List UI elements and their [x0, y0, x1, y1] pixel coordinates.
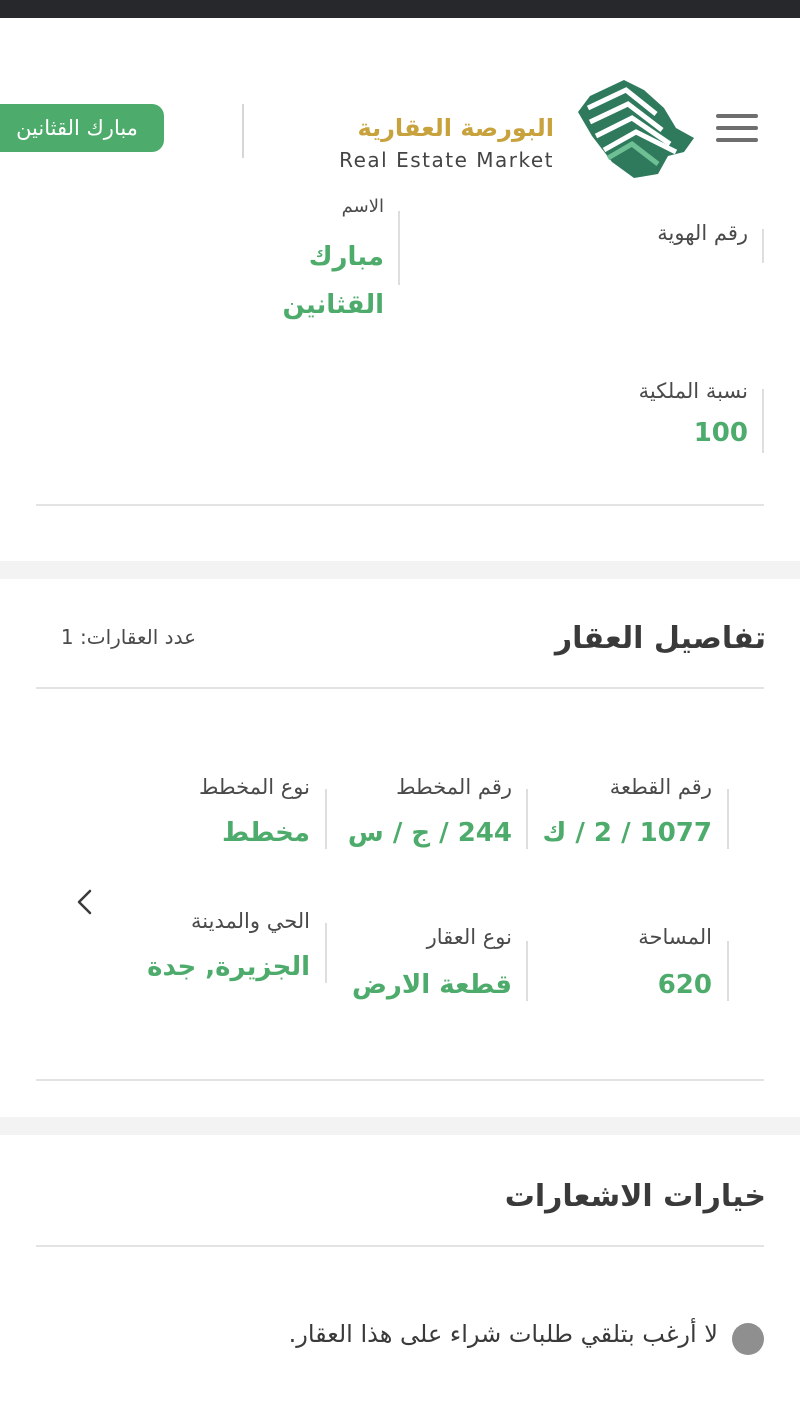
- ownership-divider: [762, 389, 764, 453]
- ownership-field: نسبة الملكية 100: [560, 379, 748, 457]
- plan-type-label: نوع المخطط: [199, 775, 310, 799]
- section-gap-2: [0, 1117, 800, 1135]
- area-field: المساحة 620: [530, 925, 712, 1009]
- id-number-divider: [762, 229, 764, 263]
- owner-name-value-line2: القثانين: [282, 290, 384, 320]
- property-type-value: قطعة الارض: [351, 970, 512, 1000]
- section-gap: [0, 561, 800, 579]
- logo-arabic-text: البورصة العقارية: [357, 114, 554, 142]
- hamburger-menu-icon[interactable]: [716, 110, 760, 146]
- plan-type-field: نوع المخطط مخطط: [126, 775, 310, 857]
- plan-number-field: رقم المخطط 244 / ج / س: [330, 775, 512, 857]
- ownership-label: نسبة الملكية: [638, 379, 748, 403]
- plan-number-divider: [526, 789, 528, 849]
- radio-button[interactable]: [732, 1323, 764, 1355]
- no-purchase-requests-label: لا أرغب بتلقي طلبات شراء على هذا العقار.: [288, 1320, 718, 1348]
- plan-type-value: مخطط: [221, 818, 310, 848]
- owner-section-bottom-line: [36, 504, 764, 506]
- district-city-label: الحي والمدينة: [191, 909, 310, 933]
- plan-number-label: رقم المخطط: [396, 775, 512, 799]
- district-city-value: الجزيرة, جدة: [147, 952, 310, 982]
- property-details-title: تفاصيل العقار: [554, 621, 766, 656]
- property-type-field: نوع العقار قطعة الارض: [330, 925, 512, 1009]
- saudi-map-logo-icon: [578, 80, 694, 178]
- plan-type-divider: [325, 789, 327, 849]
- no-purchase-requests-option[interactable]: لا أرغب بتلقي طلبات شراء على هذا العقار.: [200, 1318, 768, 1362]
- district-city-divider: [325, 923, 327, 983]
- area-value: 620: [657, 970, 712, 1000]
- status-bar: [0, 0, 800, 18]
- property-type-label: نوع العقار: [426, 925, 512, 949]
- plot-number-label: رقم القطعة: [609, 775, 712, 799]
- owner-name-label: الاسم: [341, 196, 384, 217]
- owner-name-value-line1: مبارك: [308, 242, 384, 272]
- plot-number-value: 1077 / 2 / ك: [542, 818, 712, 848]
- id-number-field: رقم الهوية: [560, 221, 748, 245]
- owner-info-section: الاسم مبارك القثانين رقم الهوية نسبة الم…: [0, 193, 800, 561]
- plan-number-value: 244 / ج / س: [347, 818, 512, 848]
- district-city-field: الحي والمدينة الجزيرة, جدة: [126, 909, 310, 991]
- property-details-section: تفاصيل العقار عدد العقارات: 1 رقم القطعة…: [0, 579, 800, 1117]
- property-title-underline: [36, 687, 764, 689]
- logo-english-text: Real Estate Market: [339, 148, 554, 172]
- property-section-bottom-line: [36, 1079, 764, 1081]
- header-divider: [242, 104, 244, 158]
- area-divider: [727, 941, 729, 1001]
- plot-number-divider: [727, 789, 729, 849]
- user-name-button[interactable]: مبارك القثانين: [0, 104, 164, 152]
- owner-name-divider: [398, 211, 400, 285]
- id-number-label: رقم الهوية: [657, 221, 748, 245]
- notification-title-underline: [36, 1245, 764, 1247]
- owner-name-field: الاسم مبارك القثانين: [200, 197, 384, 329]
- property-count-label: عدد العقارات: 1: [60, 625, 196, 649]
- chevron-left-icon[interactable]: [72, 885, 98, 919]
- property-type-divider: [526, 941, 528, 1001]
- plot-number-field: رقم القطعة 1077 / 2 / ك: [530, 775, 712, 857]
- ownership-value: 100: [693, 418, 748, 448]
- notification-options-title: خيارات الاشعارات: [504, 1179, 766, 1214]
- notification-options-section: خيارات الاشعارات: [0, 1135, 800, 1422]
- app-header: البورصة العقارية Real Estate Market مبار…: [0, 18, 800, 193]
- area-label: المساحة: [638, 925, 712, 949]
